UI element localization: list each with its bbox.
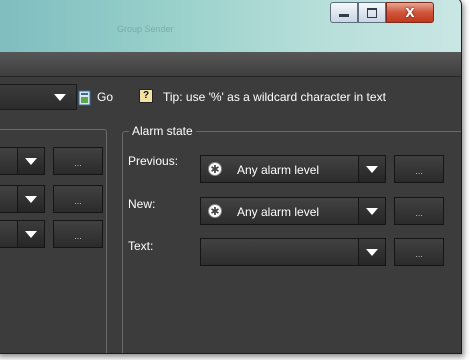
window-title: Group Sender (117, 24, 174, 34)
chevron-down-icon (366, 249, 378, 256)
maximize-button[interactable] (358, 2, 386, 23)
combo-arrow-button[interactable] (358, 156, 385, 182)
combo-arrow-button[interactable] (17, 221, 44, 247)
asterisk-alarm-icon: ✱ (208, 162, 222, 176)
text-more-button[interactable]: ... (394, 238, 444, 266)
tip-text: Tip: use '%' as a wildcard character in … (163, 90, 386, 104)
chevron-down-icon (25, 196, 37, 203)
left-more-button-3[interactable]: ... (53, 220, 103, 248)
chevron-down-icon (25, 231, 37, 238)
title-bar[interactable]: Group Sender X (0, 0, 461, 52)
new-alarm-value: Any alarm level (237, 205, 320, 219)
go-icon[interactable] (78, 90, 92, 106)
alarm-state-legend: Alarm state (129, 124, 196, 138)
previous-label: Previous: (128, 154, 179, 168)
chevron-down-icon (366, 208, 378, 215)
tip-icon: ? (139, 89, 153, 103)
dropdown-arrow-icon (54, 94, 66, 101)
new-more-button[interactable]: ... (394, 197, 444, 225)
new-alarm-select[interactable]: ✱ Any alarm level (200, 197, 386, 225)
chevron-down-icon (366, 166, 378, 173)
combo-arrow-button[interactable] (358, 198, 385, 224)
previous-alarm-value: Any alarm level (237, 163, 320, 177)
asterisk-alarm-icon: ✱ (208, 204, 222, 218)
chevron-down-icon (25, 158, 37, 165)
previous-alarm-select[interactable]: ✱ Any alarm level (200, 155, 386, 183)
combo-arrow-button[interactable] (17, 186, 44, 212)
app-window: Group Sender X Go ? Tip: use '%' as a wi… (0, 0, 462, 354)
menu-bar (0, 52, 461, 77)
left-combo-3[interactable] (0, 220, 45, 248)
left-combo-1[interactable] (0, 147, 45, 175)
text-filter-select[interactable] (200, 238, 386, 266)
left-more-button-1[interactable]: ... (53, 147, 103, 175)
window-controls: X (330, 2, 434, 23)
left-more-button-2[interactable]: ... (53, 185, 103, 213)
left-combo-2[interactable] (0, 185, 45, 213)
go-button-label[interactable]: Go (97, 90, 113, 104)
minimize-button[interactable] (330, 2, 358, 23)
previous-more-button[interactable]: ... (394, 155, 444, 183)
new-label: New: (128, 197, 156, 211)
text-label: Text: (128, 239, 154, 253)
minimize-icon (339, 13, 349, 17)
close-button[interactable]: X (386, 2, 434, 23)
combo-arrow-button[interactable] (17, 148, 44, 174)
maximize-icon (367, 7, 377, 18)
close-icon: X (405, 5, 415, 20)
search-field[interactable] (0, 84, 77, 110)
combo-arrow-button[interactable] (358, 239, 385, 265)
